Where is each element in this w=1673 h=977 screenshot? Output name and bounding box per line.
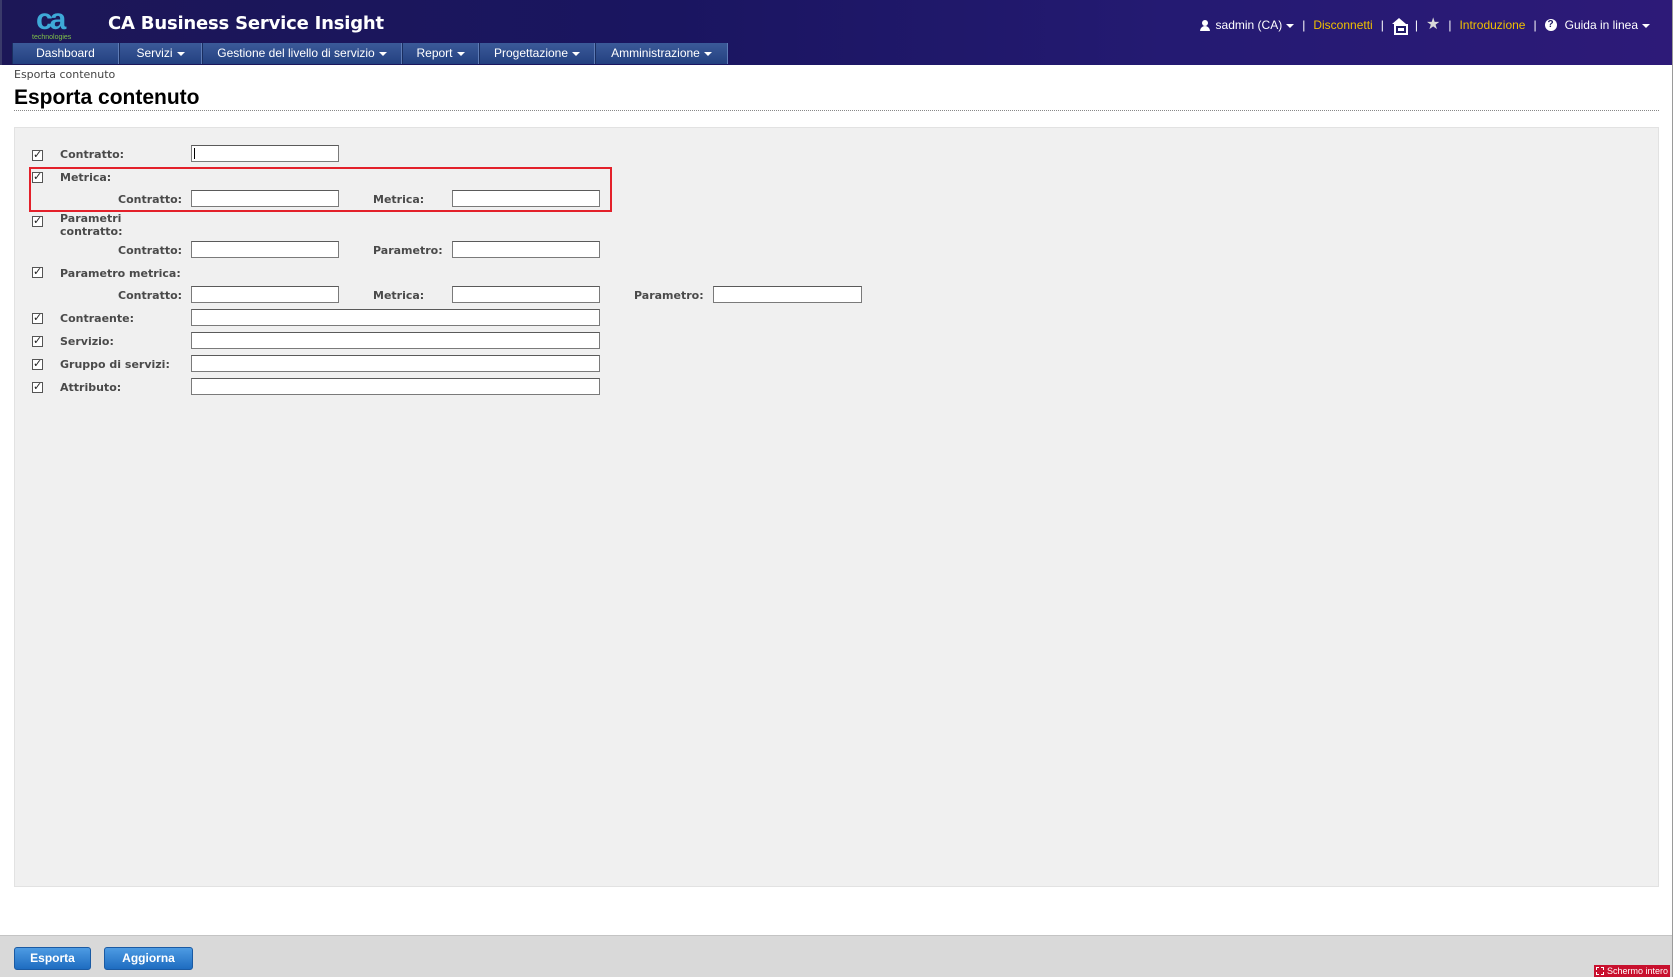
parametro-metrica-parametro-label: Parametro: [634, 289, 704, 302]
nav-label: Report [416, 46, 453, 60]
parametri-contratto-contratto-label: Contratto: [118, 244, 183, 257]
separator: | [1302, 18, 1306, 32]
contraente-label: Contraente: [60, 312, 134, 325]
parametri-contratto-label: Parametri contratto: [60, 212, 123, 238]
app-window: ca technologies CA Business Service Insi… [0, 0, 1673, 977]
gruppo-servizi-input[interactable] [191, 355, 600, 372]
metrica-checkbox[interactable] [32, 170, 43, 183]
contraente-input[interactable] [191, 309, 600, 326]
label-line: Parametri [60, 212, 122, 225]
chevron-down-icon [176, 51, 185, 56]
parametri-contratto-parametro-label: Parametro: [373, 244, 443, 257]
app-title: CA Business Service Insight [108, 13, 384, 34]
chevron-down-icon [703, 51, 712, 56]
chevron-down-icon [378, 51, 387, 56]
nav-servizi[interactable]: Servizi [119, 43, 202, 64]
title-divider [14, 110, 1659, 111]
page-title: Esporta contenuto [14, 86, 200, 109]
user-icon [1199, 19, 1210, 31]
parametri-contratto-parametro-input[interactable] [452, 241, 600, 258]
label-line: contratto: [60, 225, 123, 238]
parametri-contratto-checkbox[interactable] [32, 214, 43, 227]
nav-amministrazione[interactable]: Amministrazione [595, 43, 728, 64]
parametro-metrica-metrica-input[interactable] [452, 286, 600, 303]
breadcrumb: Esporta contenuto [14, 68, 116, 81]
parametro-metrica-metrica-label: Metrica: [373, 289, 425, 302]
help-label: Guida in linea [1564, 18, 1638, 32]
separator: | [1414, 18, 1418, 32]
gruppo-servizi-checkbox[interactable] [32, 357, 43, 370]
help-menu[interactable]: Guida in linea [1565, 18, 1650, 32]
separator: | [1380, 18, 1384, 32]
app-header: ca technologies CA Business Service Insi… [0, 0, 1672, 65]
nav-label: Servizi [136, 46, 173, 60]
nav-label: Gestione del livello di servizio [217, 46, 375, 60]
separator: | [1448, 18, 1452, 32]
attributo-label: Attributo: [60, 381, 122, 394]
servizio-input[interactable] [191, 332, 600, 349]
parametri-contratto-contratto-input[interactable] [191, 241, 339, 258]
parametro-metrica-parametro-input[interactable] [713, 286, 862, 303]
metrica-contratto-input[interactable] [191, 190, 339, 207]
ca-logo[interactable]: ca technologies [32, 4, 78, 44]
contraente-checkbox[interactable] [32, 311, 43, 324]
servizio-checkbox[interactable] [32, 334, 43, 347]
nav-gestione-livello-servizio[interactable]: Gestione del livello di servizio [202, 43, 402, 64]
user-name: sadmin (CA) [1215, 18, 1283, 32]
nav-label: Amministrazione [611, 46, 700, 60]
nav-report[interactable]: Report [402, 43, 479, 64]
parametro-metrica-label: Parametro metrica: [60, 267, 181, 280]
chevron-down-icon [456, 51, 465, 56]
ca-logo-mark: ca [36, 3, 66, 36]
help-icon: ? [1544, 19, 1557, 31]
chevron-down-icon [572, 51, 581, 56]
chevron-down-icon [1286, 23, 1295, 28]
refresh-button[interactable]: Aggiorna [104, 947, 193, 970]
gruppo-servizi-label: Gruppo di servizi: [60, 358, 170, 371]
nav-label: Dashboard [36, 46, 95, 60]
logout-link[interactable]: Disconnetti [1313, 18, 1372, 32]
separator: | [1533, 18, 1537, 32]
header-toolbar: sadmin (CA) | Disconnetti | | ★ | Introd… [1199, 16, 1650, 35]
metrica-metrica-input[interactable] [452, 190, 600, 207]
ca-logo-subtitle: technologies [32, 34, 72, 41]
user-menu[interactable]: sadmin (CA) [1216, 18, 1295, 32]
fullscreen-button[interactable]: Schermo intero [1593, 965, 1670, 977]
star-icon[interactable]: ★ [1426, 17, 1440, 33]
servizio-label: Servizio: [60, 335, 114, 348]
export-button[interactable]: Esporta [14, 947, 91, 970]
metrica-contratto-label: Contratto: [118, 193, 183, 206]
metrica-label: Metrica: [60, 171, 112, 184]
parametro-metrica-contratto-label: Contratto: [118, 289, 183, 302]
attributo-checkbox[interactable] [32, 380, 43, 393]
main-nav: Dashboard Servizi Gestione del livello d… [12, 43, 728, 64]
parametro-metrica-checkbox[interactable] [32, 265, 43, 278]
nav-label: Progettazione [493, 46, 569, 60]
nav-progettazione[interactable]: Progettazione [479, 43, 595, 64]
contratto-label: Contratto: [60, 148, 125, 161]
parametro-metrica-contratto-input[interactable] [191, 286, 339, 303]
chevron-down-icon [1642, 23, 1650, 28]
metrica-metrica-label: Metrica: [373, 193, 425, 206]
contratto-input[interactable] [191, 145, 339, 162]
home-icon[interactable] [1391, 18, 1408, 35]
footer-bar: Esporta Aggiorna Schermo intero [0, 935, 1672, 977]
intro-link[interactable]: Introduzione [1459, 18, 1525, 32]
nav-dashboard[interactable]: Dashboard [12, 43, 119, 64]
contratto-checkbox[interactable] [32, 148, 43, 161]
attributo-input[interactable] [191, 378, 600, 395]
